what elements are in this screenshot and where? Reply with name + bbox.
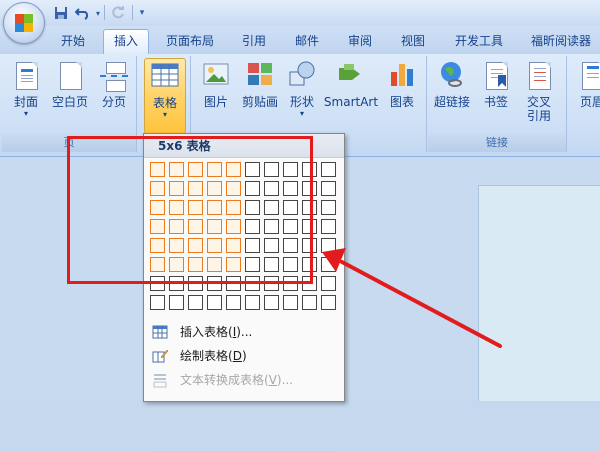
page-break-button[interactable]: 分页 xyxy=(94,58,134,109)
hyperlink-button[interactable]: 超链接 xyxy=(430,58,474,109)
table-button[interactable]: 表格 ▾ xyxy=(144,58,186,134)
table-grid-cell[interactable] xyxy=(321,219,336,234)
tab-page-layout[interactable]: 页面布局 xyxy=(157,30,223,52)
insert-table-menu-item[interactable]: 插入表格(I)... xyxy=(144,320,344,344)
customize-icon[interactable]: ▾ xyxy=(136,4,148,22)
bookmark-button[interactable]: 书签 xyxy=(476,58,516,109)
office-logo-icon xyxy=(15,14,33,32)
clipart-label: 剪贴画 xyxy=(241,95,278,109)
bookmark-label: 书签 xyxy=(483,95,508,109)
tab-review[interactable]: 审阅 xyxy=(338,30,382,52)
tab-mailings[interactable]: 邮件 xyxy=(285,30,329,52)
text-to-table-icon xyxy=(152,372,168,388)
picture-label: 图片 xyxy=(203,95,228,109)
cover-page-icon xyxy=(10,60,42,92)
shapes-icon xyxy=(286,60,318,92)
document-page[interactable] xyxy=(478,185,600,401)
undo-dropdown-icon[interactable]: ▾ xyxy=(94,4,102,22)
hyperlink-label: 超链接 xyxy=(433,95,470,109)
header-footer-group: 页眉 xyxy=(568,56,600,152)
hyperlink-icon xyxy=(436,60,468,92)
table-icon xyxy=(149,61,181,93)
table-grid-cell[interactable] xyxy=(245,295,260,310)
tab-view[interactable]: 视图 xyxy=(391,30,435,52)
shapes-button[interactable]: 形状 ▾ xyxy=(284,58,320,119)
chart-label: 图表 xyxy=(389,95,414,109)
table-grid-cell[interactable] xyxy=(321,200,336,215)
chevron-down-icon: ▾ xyxy=(299,109,304,118)
table-grid-cell[interactable] xyxy=(321,181,336,196)
tab-home[interactable]: 开始 xyxy=(50,30,96,52)
links-group: 超链接 书签 交叉 引用 链接 xyxy=(428,56,567,152)
table-grid-cell[interactable] xyxy=(321,257,336,272)
chevron-down-icon: ▾ xyxy=(162,110,167,119)
insert-table-label: 插入表格(I)... xyxy=(180,325,253,339)
undo-icon[interactable] xyxy=(72,4,94,22)
office-button[interactable] xyxy=(3,2,45,44)
table-grid-cell[interactable] xyxy=(321,162,336,177)
cross-reference-icon xyxy=(523,60,555,92)
insert-table-icon xyxy=(152,324,168,340)
blank-page-icon xyxy=(54,60,86,92)
tab-insert[interactable]: 插入 xyxy=(103,29,149,54)
picture-button[interactable]: 图片 xyxy=(198,58,234,109)
qa-separator xyxy=(104,5,105,20)
page-break-label: 分页 xyxy=(101,95,126,109)
tab-foxit-reader[interactable]: 福昕阅读器 xyxy=(522,30,600,52)
header-icon xyxy=(576,60,600,92)
tab-developer[interactable]: 开发工具 xyxy=(446,30,512,52)
blank-page-label: 空白页 xyxy=(51,95,88,109)
chart-button[interactable]: 图表 xyxy=(384,58,420,109)
ribbon-tabs: 开始 插入 页面布局 引用 邮件 审阅 视图 开发工具 福昕阅读器 xyxy=(0,26,600,55)
table-grid-cell[interactable] xyxy=(321,276,336,291)
smartart-button[interactable]: SmartArt xyxy=(322,58,380,109)
qa-separator xyxy=(132,5,133,20)
save-icon[interactable] xyxy=(52,4,70,22)
table-label: 表格 xyxy=(152,96,177,110)
clipart-icon xyxy=(244,60,276,92)
blank-page-button[interactable]: 空白页 xyxy=(48,58,92,109)
chevron-down-icon: ▾ xyxy=(23,109,28,118)
cross-reference-label-line2: 引用 xyxy=(526,109,551,123)
bookmark-icon xyxy=(480,60,512,92)
annotation-highlight-box xyxy=(67,136,313,284)
header-label: 页眉 xyxy=(579,95,600,109)
table-grid-cell[interactable] xyxy=(226,295,241,310)
redo-icon[interactable] xyxy=(108,4,128,22)
draw-table-icon xyxy=(152,348,169,364)
cross-reference-label-line1: 交叉 xyxy=(526,95,551,109)
table-grid-cell[interactable] xyxy=(150,295,165,310)
text-to-table-label: 文本转换成表格(V)... xyxy=(180,373,294,387)
text-to-table-menu-item: 文本转换成表格(V)... xyxy=(144,368,344,392)
draw-table-menu-item[interactable]: 绘制表格(D) xyxy=(144,344,344,368)
chart-icon xyxy=(386,60,418,92)
draw-table-label: 绘制表格(D) xyxy=(180,349,247,363)
picture-icon xyxy=(200,60,232,92)
tab-references[interactable]: 引用 xyxy=(232,30,276,52)
links-group-label: 链接 xyxy=(428,134,566,152)
table-grid-cell[interactable] xyxy=(283,295,298,310)
table-grid-cell[interactable] xyxy=(264,295,279,310)
table-grid-cell[interactable] xyxy=(321,295,336,310)
table-grid-cell[interactable] xyxy=(188,295,203,310)
table-grid-cell[interactable] xyxy=(321,238,336,253)
cover-page-button[interactable]: 封面 ▾ xyxy=(6,58,46,119)
cover-page-label: 封面 xyxy=(13,95,38,109)
title-bar: ▾ ▾ xyxy=(0,0,600,44)
table-grid-cell[interactable] xyxy=(169,295,184,310)
clipart-button[interactable]: 剪贴画 xyxy=(238,58,282,109)
page-break-icon xyxy=(98,60,130,92)
shapes-label: 形状 xyxy=(289,95,314,109)
table-grid-cell[interactable] xyxy=(302,295,317,310)
smartart-label: SmartArt xyxy=(323,95,379,109)
header-button[interactable]: 页眉 xyxy=(572,58,600,109)
smartart-icon xyxy=(335,60,367,92)
cross-reference-button[interactable]: 交叉 引用 xyxy=(518,58,560,123)
table-grid-cell[interactable] xyxy=(207,295,222,310)
